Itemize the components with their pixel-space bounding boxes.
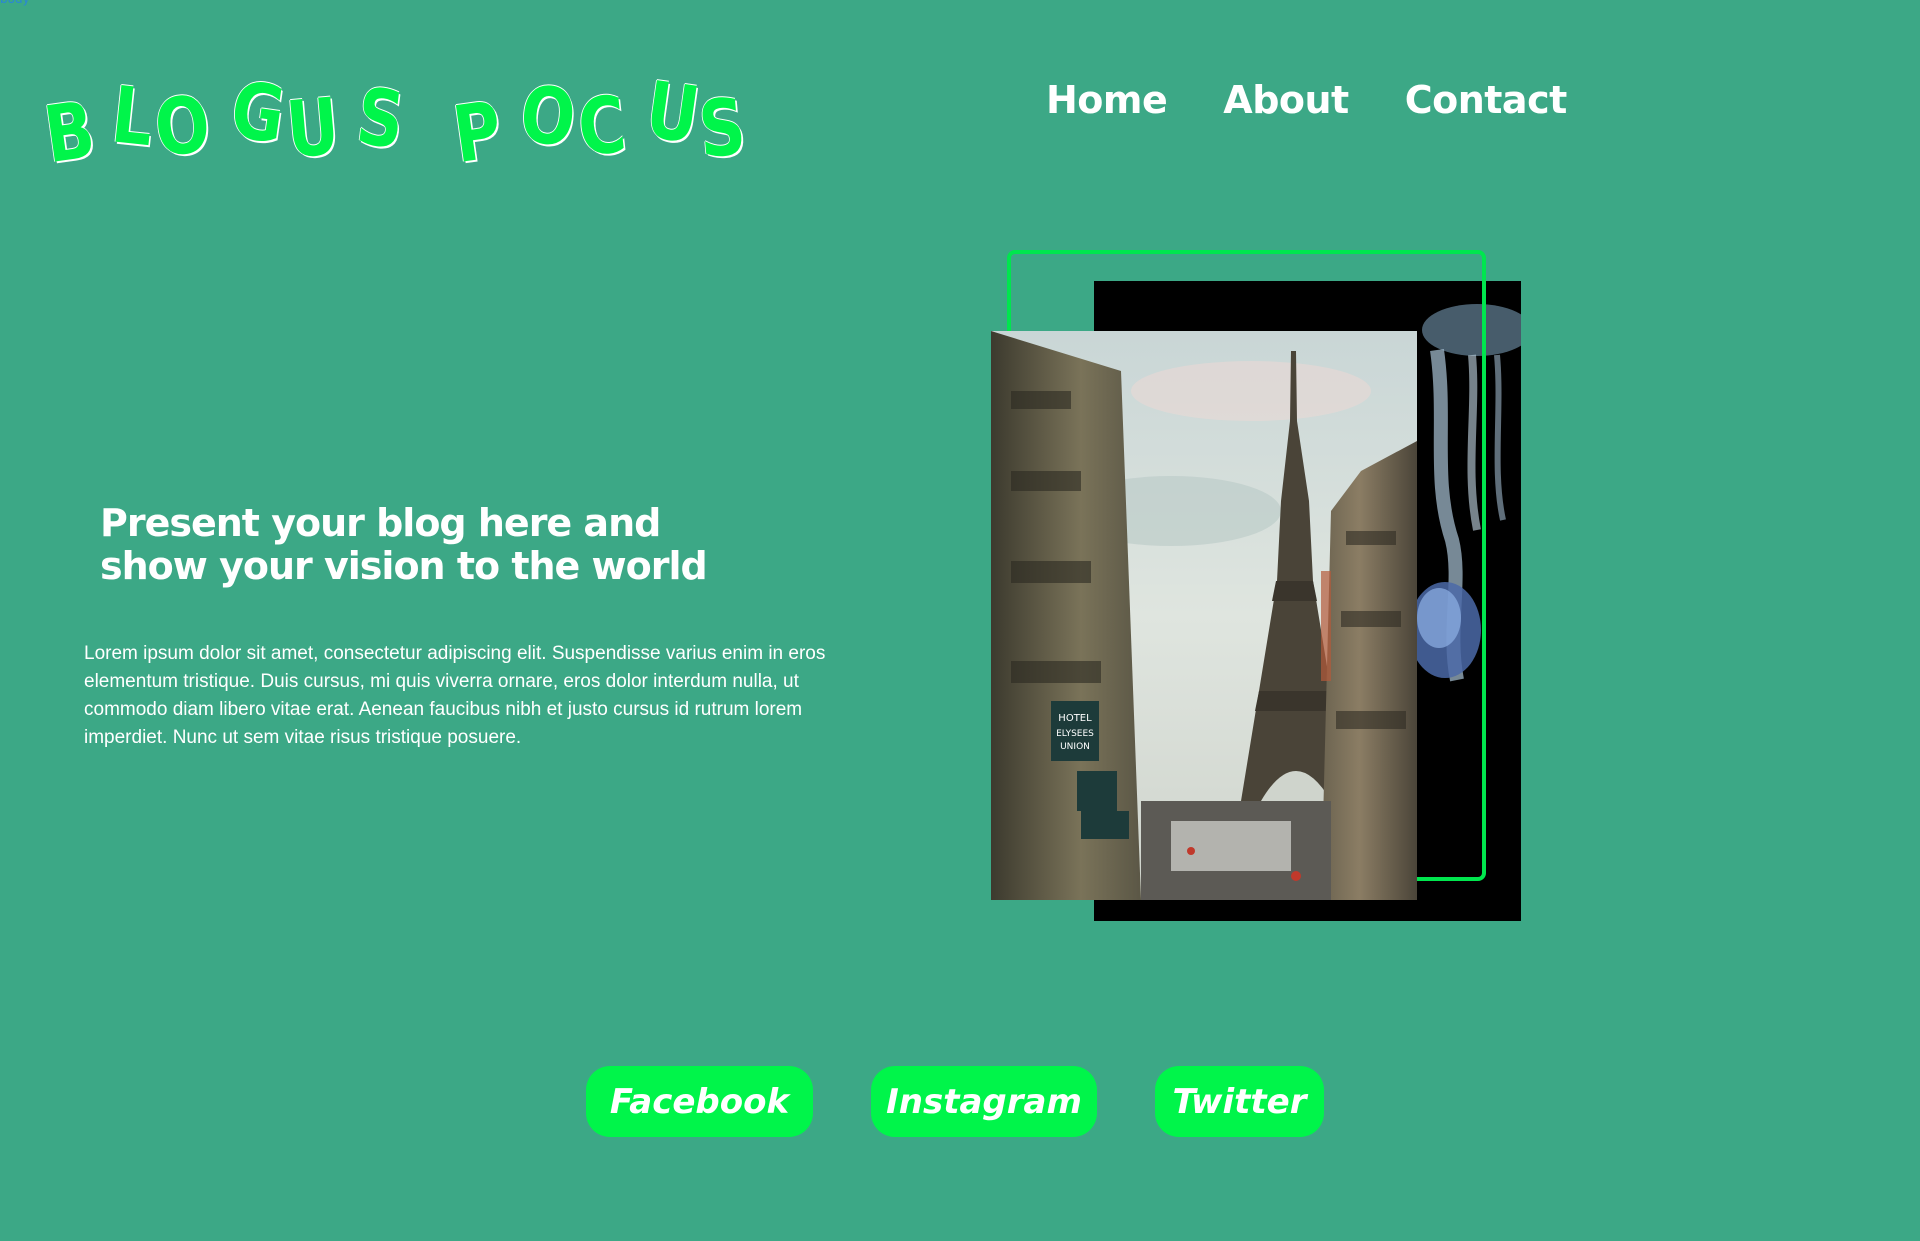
instagram-button[interactable]: Instagram <box>871 1066 1097 1137</box>
facebook-button[interactable]: Facebook <box>586 1066 813 1137</box>
nav-contact[interactable]: Contact <box>1405 78 1568 122</box>
sign-hotel-text: HOTEL <box>1058 713 1092 724</box>
logo-word-pocus: POCUS <box>448 65 753 181</box>
main-nav: Home About Contact <box>1046 78 1567 122</box>
logo-letter: U <box>282 82 343 177</box>
logo-letter: U <box>640 65 705 162</box>
logo-letter: B <box>39 85 101 182</box>
logo-letter: S <box>695 82 750 176</box>
logo-letter: G <box>226 65 291 162</box>
body-tag-label: body <box>0 0 30 6</box>
logo-letter: L <box>108 70 158 165</box>
nav-home[interactable]: Home <box>1046 78 1168 122</box>
social-links: Facebook Instagram Twitter <box>586 1066 1324 1137</box>
sign-union-text: UNION <box>1060 742 1090 752</box>
sign-elysees-text: ELYSEES <box>1056 729 1094 739</box>
site-logo[interactable]: BLOGUS POCUS <box>39 52 753 181</box>
logo-letter: C <box>573 79 630 175</box>
logo-word-blogus: BLOGUS <box>39 65 408 181</box>
hero-body-text: Lorem ipsum dolor sit amet, consectetur … <box>84 643 826 748</box>
hero-headline: Present your blog here and show your vis… <box>100 501 708 588</box>
logo-letter: P <box>448 85 508 182</box>
logo-letter: S <box>351 71 409 167</box>
paris-street-photo: HOTEL ELYSEES UNION <box>991 331 1417 900</box>
twitter-button[interactable]: Twitter <box>1155 1066 1324 1137</box>
logo-letter: O <box>150 79 215 175</box>
nav-about[interactable]: About <box>1223 78 1349 122</box>
logo-letter: O <box>516 69 580 165</box>
